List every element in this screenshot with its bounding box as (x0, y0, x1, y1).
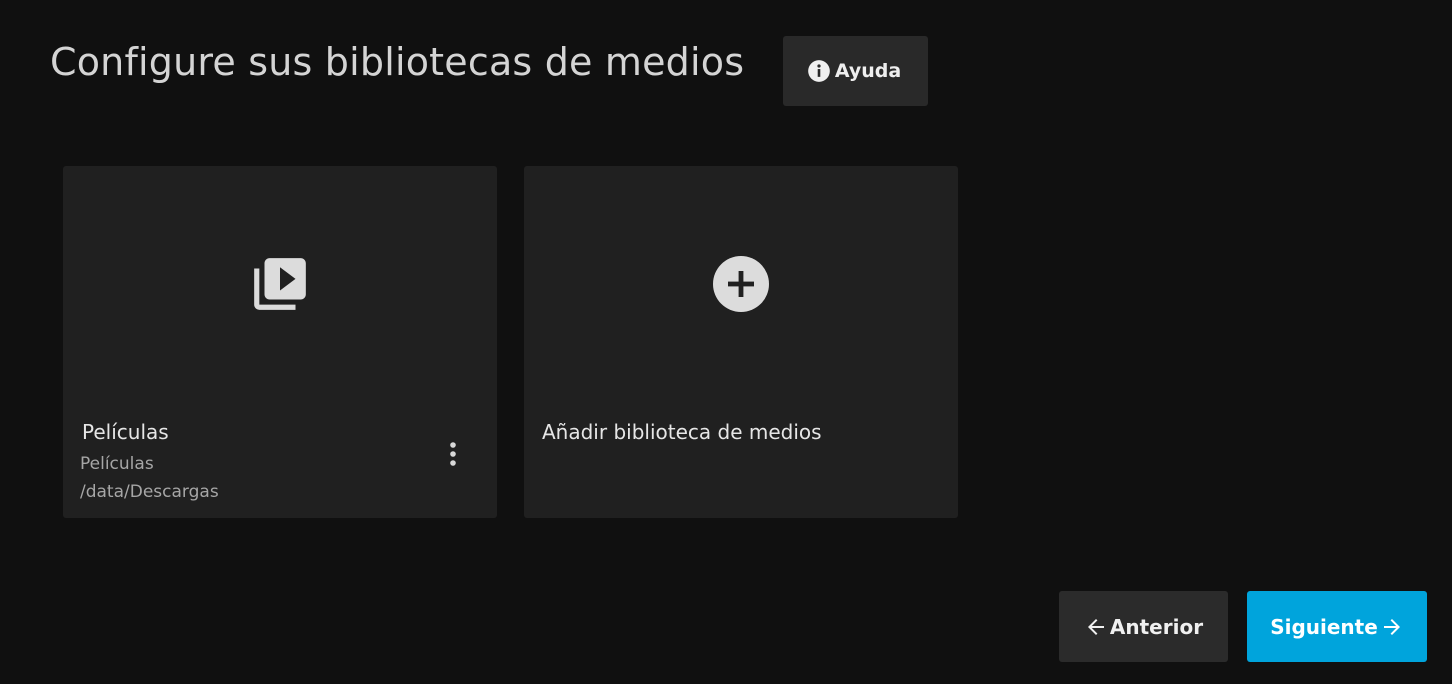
library-menu-button[interactable] (439, 438, 467, 474)
previous-button-label: Anterior (1109, 614, 1204, 639)
add-circle-icon (712, 255, 770, 317)
arrow-left-icon (1084, 615, 1108, 639)
next-button-label: Siguiente (1270, 614, 1378, 639)
previous-button[interactable]: Anterior (1059, 591, 1228, 662)
help-button-label: Ayuda (834, 60, 902, 82)
setup-libraries-page: Configure sus bibliotecas de medios Ayud… (0, 0, 1452, 684)
help-button[interactable]: Ayuda (783, 36, 928, 106)
add-library-label: Añadir biblioteca de medios (542, 420, 822, 444)
video-library-icon (249, 253, 311, 319)
arrow-right-icon (1380, 615, 1404, 639)
add-library-card[interactable]: Añadir biblioteca de medios (524, 166, 958, 518)
page-title: Configure sus bibliotecas de medios (50, 40, 745, 84)
library-path: /data/Descargas (80, 482, 219, 502)
info-circle-icon (806, 58, 832, 84)
library-card-movies[interactable]: Películas Películas /data/Descargas (63, 166, 497, 518)
library-name: Películas (82, 420, 169, 444)
more-vertical-icon (449, 441, 457, 471)
library-type: Películas (80, 454, 154, 474)
next-button[interactable]: Siguiente (1247, 591, 1427, 662)
